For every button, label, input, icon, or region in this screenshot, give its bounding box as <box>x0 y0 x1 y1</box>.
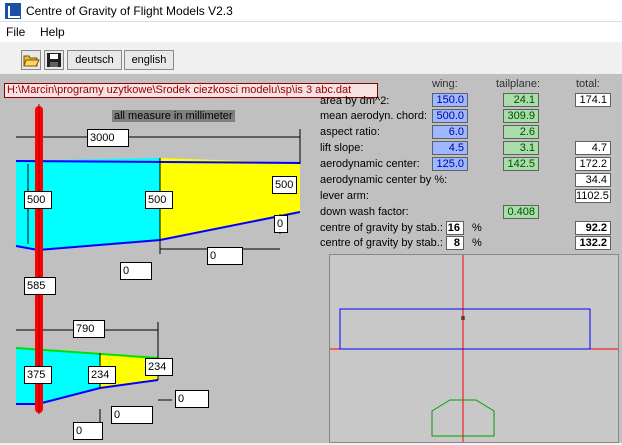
open-file-button[interactable] <box>21 50 41 70</box>
tail-aspect-value: 2.6 <box>503 125 539 139</box>
top-view-preview <box>329 254 619 443</box>
wing-chord-value: 500.0 <box>432 109 468 123</box>
title-bar: Centre of Gravity of Flight Models V2.3 <box>0 0 622 22</box>
row-label-lever: lever arm: <box>320 190 369 202</box>
cg2-value: 132.2 <box>575 236 611 250</box>
tail-root-input[interactable]: 375 <box>24 366 52 384</box>
tail-area-value: 24.1 <box>503 93 539 107</box>
menu-file[interactable]: File <box>6 25 25 39</box>
tail-span-input[interactable]: 790 <box>73 320 105 338</box>
lever-input[interactable]: 585 <box>24 277 56 295</box>
total-lever-value: 1102.5 <box>575 189 611 203</box>
tail-root-offset-input[interactable]: 0 <box>73 422 103 440</box>
row-label-cg1: centre of gravity by stab.: <box>320 222 443 234</box>
total-ac-pct-value: 34.4 <box>575 173 611 187</box>
row-label-ac: aerodynamic center: <box>320 158 420 170</box>
tail-break-input[interactable]: 234 <box>88 366 116 384</box>
wing-break-input[interactable]: 500 <box>145 191 173 209</box>
tail-downwash-value: 0.408 <box>503 205 539 219</box>
preview-wing <box>339 308 591 350</box>
tail-ac-value: 142.5 <box>503 157 539 171</box>
total-area-value: 174.1 <box>575 93 611 107</box>
cg1-stab-input[interactable]: 16 <box>446 221 464 235</box>
row-label-ac-pct: aerodynamic center by %: <box>320 174 448 186</box>
col-header-wing: wing: <box>432 78 458 90</box>
row-label-lift: lift slope: <box>320 142 364 154</box>
save-file-button[interactable] <box>44 50 64 70</box>
cg2-stab-input[interactable]: 8 <box>446 236 464 250</box>
wing-tip-offset-input[interactable]: 0 <box>274 215 288 233</box>
folder-open-icon <box>23 55 40 67</box>
wing-root-offset-input[interactable]: 0 <box>120 262 152 280</box>
tail-lift-value: 3.1 <box>503 141 539 155</box>
row-label-area: area by dm^2: <box>320 95 390 107</box>
menu-bar: File Help <box>0 22 622 42</box>
row-label-aspect: aspect ratio: <box>320 126 380 138</box>
wing-aspect-value: 6.0 <box>432 125 468 139</box>
row-label-cg2: centre of gravity by stab.: <box>320 237 443 249</box>
cg1-value: 92.2 <box>575 221 611 235</box>
wing-span-input[interactable]: 3000 <box>87 129 129 147</box>
tail-chord-value: 309.9 <box>503 109 539 123</box>
menu-help[interactable]: Help <box>40 25 65 39</box>
row-label-chord: mean aerodyn. chord: <box>320 110 428 122</box>
row-label-downwash: down wash factor: <box>320 206 409 218</box>
wing-lift-value: 4.5 <box>432 141 468 155</box>
wing-root-input[interactable]: 500 <box>24 191 52 209</box>
tail-sweep-input[interactable]: 0 <box>111 406 153 424</box>
english-button[interactable]: english <box>124 50 174 70</box>
floppy-disk-icon <box>47 53 61 67</box>
toolbar: deutsch english <box>0 44 622 74</box>
total-ac-value: 172.2 <box>575 157 611 171</box>
total-lift-value: 4.7 <box>575 141 611 155</box>
preview-svg <box>330 255 618 442</box>
cg1-unit: % <box>472 222 482 234</box>
window-title: Centre of Gravity of Flight Models V2.3 <box>26 4 233 18</box>
app-icon <box>5 3 21 19</box>
wing-ac-value: 125.0 <box>432 157 468 171</box>
col-header-total: total: <box>576 78 600 90</box>
work-area: H:\Marcin\programy uzytkowe\Srodek ciezk… <box>0 74 622 443</box>
wing-sweep-input[interactable]: 0 <box>207 247 243 265</box>
tail-tip-input[interactable]: 234 <box>145 358 173 376</box>
model-drawing <box>15 104 301 422</box>
deutsch-button[interactable]: deutsch <box>67 50 122 70</box>
wing-tip-input[interactable]: 500 <box>272 176 297 194</box>
col-header-tail: tailplane: <box>496 78 541 90</box>
measure-note: all measure in millimeter <box>112 110 235 122</box>
cg2-unit: % <box>472 237 482 249</box>
wing-area-value: 150.0 <box>432 93 468 107</box>
tail-tip-offset-input[interactable]: 0 <box>175 390 209 408</box>
